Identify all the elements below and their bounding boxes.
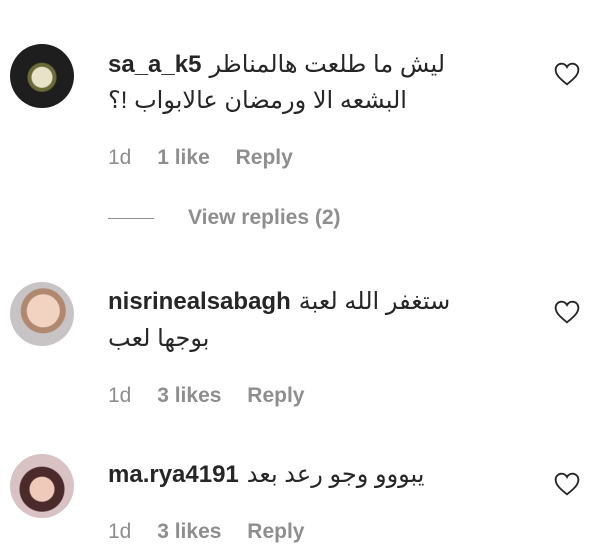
heart-outline-icon[interactable] — [554, 472, 580, 496]
comment-likes[interactable]: 3 likes — [157, 384, 221, 407]
heart-outline-icon[interactable] — [554, 300, 580, 324]
reply-button[interactable]: Reply — [247, 384, 304, 407]
comment-username[interactable]: sa_a_k5 — [108, 51, 201, 78]
avatar[interactable] — [10, 454, 74, 518]
comment-text-line-2: بوجها لعب — [108, 325, 210, 352]
comment-text: ليش ما طلعت هالمناظر — [209, 51, 446, 78]
comment-meta: 1d 3 likes Reply — [108, 384, 324, 408]
comment-text-line-2: البشعه الا ورمضان عالابواب !؟ — [108, 87, 407, 114]
comment-username[interactable]: nisrinealsabagh — [108, 288, 291, 315]
avatar[interactable] — [10, 282, 74, 346]
view-replies-label: View replies (2) — [188, 206, 341, 229]
view-replies-divider — [108, 217, 154, 219]
comment-text: يبووو وجو رعد بعد — [246, 461, 425, 488]
view-replies-button[interactable]: View replies (2) — [108, 206, 341, 230]
avatar[interactable] — [10, 44, 74, 108]
comment-line-1: sa_a_k5 ليش ما طلعت هالمناظر — [108, 48, 540, 82]
comment-line-1: ma.rya4191 يبووو وجو رعد بعد — [108, 458, 540, 492]
comment-meta: 1d 1 like Reply — [108, 146, 313, 170]
comment-line-1: nisrinealsabagh ستغفر الله لعبة — [108, 285, 540, 319]
comment-username[interactable]: ma.rya4191 — [108, 461, 239, 488]
reply-button[interactable]: Reply — [247, 520, 304, 543]
reply-button[interactable]: Reply — [236, 146, 293, 169]
heart-outline-icon[interactable] — [554, 62, 580, 86]
comment-age: 1d — [108, 384, 132, 407]
comment-meta: 1d 3 likes Reply — [108, 520, 324, 544]
comment-likes[interactable]: 3 likes — [157, 520, 221, 543]
comment-age: 1d — [108, 146, 132, 169]
comment-text: ستغفر الله لعبة — [298, 288, 451, 315]
comment-likes[interactable]: 1 like — [157, 146, 210, 169]
comment-age: 1d — [108, 520, 132, 543]
